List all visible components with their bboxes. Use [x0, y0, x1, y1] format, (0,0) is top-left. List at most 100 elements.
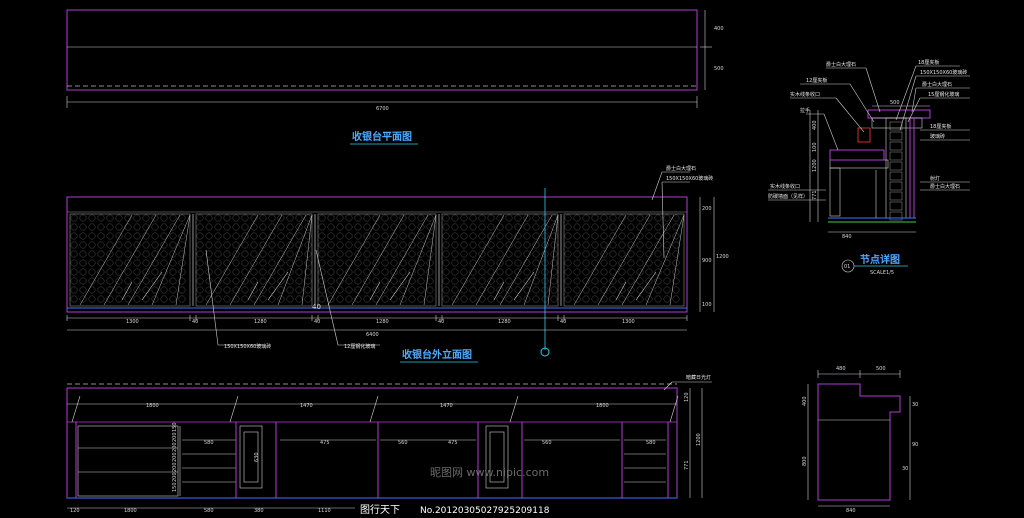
glass-block	[169, 277, 177, 285]
glass-block	[460, 295, 468, 303]
glass-block	[133, 259, 141, 267]
glass-block	[573, 295, 581, 303]
glass-block	[381, 214, 389, 222]
glass-block	[487, 214, 495, 222]
profile-dim-bottom: 840	[846, 508, 856, 514]
glass-block	[214, 214, 222, 222]
glass-block	[645, 223, 653, 231]
elev-note-marble: 爵士白大理石	[666, 165, 696, 172]
glass-block	[196, 250, 204, 258]
elev-segment-dim: 1280	[376, 319, 389, 325]
glass-block	[115, 286, 123, 294]
glass-block	[487, 250, 495, 258]
glass-block	[591, 232, 599, 240]
glass-block	[250, 232, 258, 240]
glass-block	[223, 250, 231, 258]
glass-block	[532, 259, 540, 267]
detail-note: 18厘夹板	[930, 123, 951, 130]
glass-block	[169, 241, 177, 249]
glass-block	[336, 241, 344, 249]
glass-block	[223, 223, 231, 231]
elev-segment-dim: 1300	[126, 319, 139, 325]
glass-block	[600, 259, 608, 267]
detail-note: 实木线条收口	[770, 183, 800, 190]
glass-block	[564, 241, 572, 249]
glass-block	[663, 232, 671, 240]
glass-block	[106, 259, 114, 267]
elev-note-glassblock: 150X150X60玻璃砖	[224, 343, 271, 350]
glass-block	[79, 232, 87, 240]
glass-block	[115, 214, 123, 222]
glass-block	[381, 241, 389, 249]
glass-block	[241, 268, 249, 276]
glass-block	[354, 250, 362, 258]
plan-dim-h1: 400	[714, 26, 724, 32]
glass-block	[106, 295, 114, 303]
glass-block	[327, 286, 335, 294]
glass-block	[169, 286, 177, 294]
glass-block	[514, 250, 522, 258]
plan-view: 400 500 6700 收银台平面图	[66, 9, 724, 145]
glass-block	[79, 286, 87, 294]
plan-dim-h2: 500	[714, 66, 724, 72]
glass-block	[582, 259, 590, 267]
glass-block	[600, 277, 608, 285]
glass-block	[169, 295, 177, 303]
detail-scale: SCALE1/5	[870, 270, 894, 276]
elevation-segment-dims: 1300 40 1280 40 1280 40 1280 40 1300	[66, 315, 688, 325]
glass-block	[223, 295, 231, 303]
glass-block	[318, 232, 326, 240]
detail-note: 爵士白大理石	[826, 61, 856, 68]
glass-block	[627, 241, 635, 249]
glass-block	[268, 277, 276, 285]
glass-block	[232, 250, 240, 258]
glass-block	[115, 241, 123, 249]
glass-block	[654, 214, 662, 222]
glass-block	[363, 268, 371, 276]
glass-block	[478, 214, 486, 222]
elev-segment-dim: 1280	[254, 319, 267, 325]
glass-block	[354, 214, 362, 222]
glass-block	[160, 277, 168, 285]
glass-block	[196, 214, 204, 222]
glass-block	[523, 259, 531, 267]
glass-block	[469, 250, 477, 258]
glass-block	[295, 277, 303, 285]
elev-segment-dim: 1300	[622, 319, 635, 325]
glass-block	[514, 277, 522, 285]
detail-caption: 节点详图	[860, 253, 900, 266]
glass-block	[232, 268, 240, 276]
glass-block	[223, 277, 231, 285]
detail-block	[889, 181, 903, 191]
glass-block	[573, 232, 581, 240]
glass-block	[196, 268, 204, 276]
glass-block	[582, 268, 590, 276]
glass-block	[627, 214, 635, 222]
glass-block	[381, 232, 389, 240]
glass-block	[106, 241, 114, 249]
glass-block	[160, 286, 168, 294]
glass-block	[133, 277, 141, 285]
glass-block	[79, 277, 87, 285]
glass-block	[142, 241, 150, 249]
glass-block	[70, 223, 78, 231]
section-bottom-dim: 1110	[318, 508, 331, 514]
glass-block	[79, 223, 87, 231]
glass-block	[609, 223, 617, 231]
detail-left-dim: 100	[812, 142, 818, 152]
glass-block	[505, 241, 513, 249]
glass-block	[124, 223, 132, 231]
glass-reflection	[573, 214, 627, 306]
glass-block	[550, 286, 558, 294]
glass-block	[451, 214, 459, 222]
glass-block	[286, 232, 294, 240]
glass-block	[663, 241, 671, 249]
glass-block	[115, 223, 123, 231]
glass-block	[268, 223, 276, 231]
glass-block	[277, 268, 285, 276]
glass-block	[169, 250, 177, 258]
glass-block	[654, 259, 662, 267]
glass-block	[327, 268, 335, 276]
glass-block	[106, 232, 114, 240]
glass-block	[582, 250, 590, 258]
